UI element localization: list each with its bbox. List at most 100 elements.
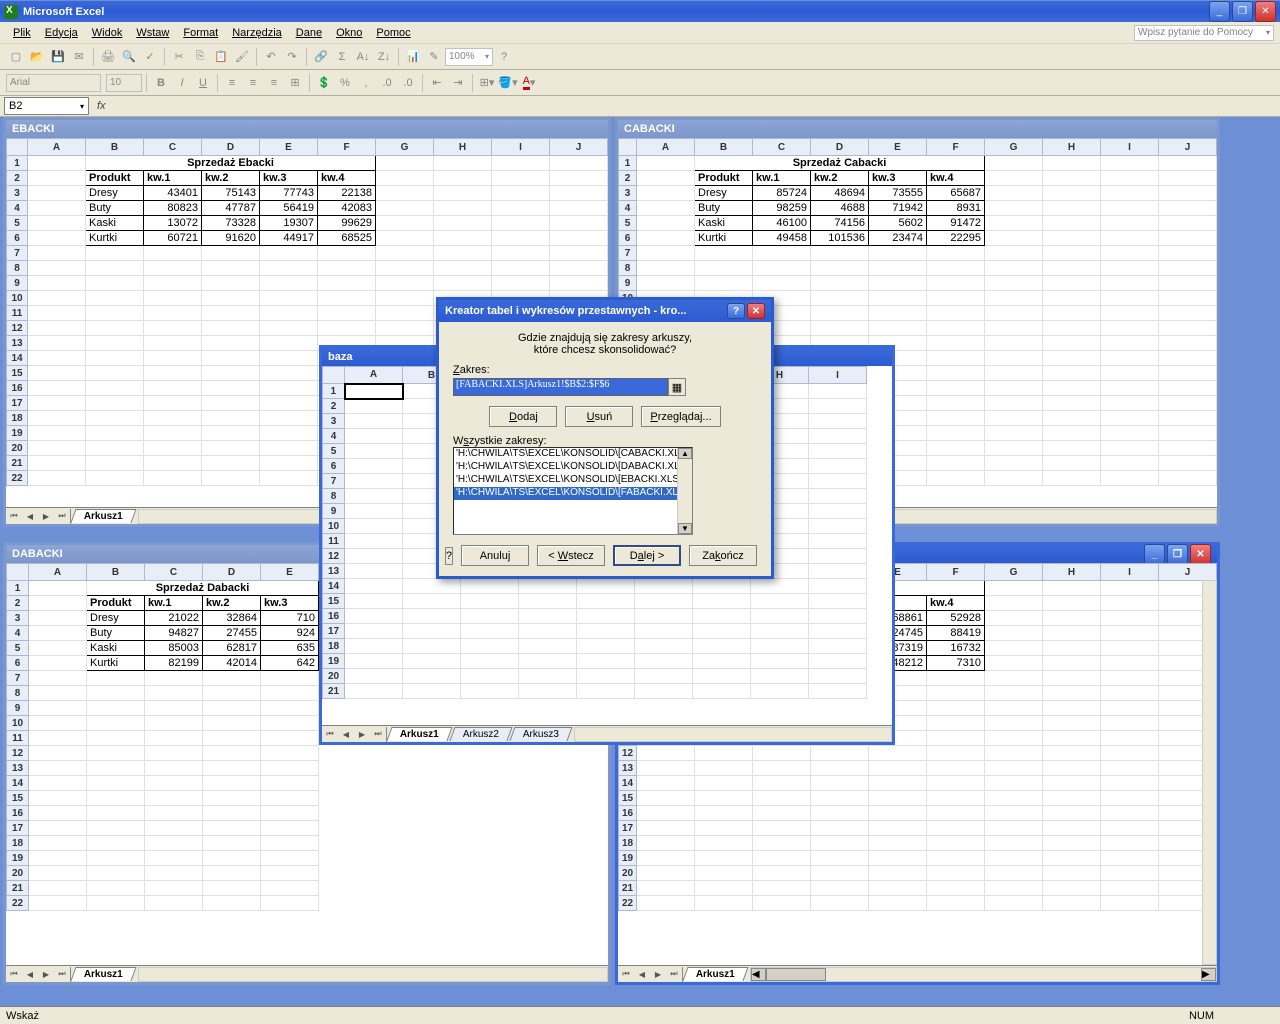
cell[interactable] xyxy=(695,791,753,806)
cell[interactable]: 52928 xyxy=(927,611,985,626)
cell[interactable]: Dresy xyxy=(695,186,753,201)
cell[interactable] xyxy=(1101,321,1159,336)
sheet-tab[interactable]: Arkusz1 xyxy=(386,727,452,741)
col-header[interactable]: I xyxy=(1101,139,1159,156)
cell[interactable] xyxy=(1159,411,1217,426)
cell[interactable] xyxy=(693,639,751,654)
cell[interactable]: 88419 xyxy=(927,626,985,641)
cell[interactable] xyxy=(637,201,695,216)
cell[interactable] xyxy=(637,231,695,246)
cell[interactable] xyxy=(985,471,1043,486)
cell[interactable] xyxy=(29,881,87,896)
cell[interactable]: Kaski xyxy=(695,216,753,231)
cell[interactable] xyxy=(1043,626,1101,641)
cell[interactable] xyxy=(811,881,869,896)
row-header[interactable]: 8 xyxy=(323,489,345,504)
row-header[interactable]: 7 xyxy=(323,474,345,489)
cell[interactable] xyxy=(203,896,261,911)
cell[interactable] xyxy=(1043,821,1101,836)
cell[interactable] xyxy=(869,306,927,321)
cell[interactable] xyxy=(985,291,1043,306)
cell[interactable]: 710 xyxy=(261,611,319,626)
cell[interactable] xyxy=(1043,686,1101,701)
close-button[interactable]: ✕ xyxy=(1255,1,1276,22)
cell[interactable]: 32864 xyxy=(203,611,261,626)
cell[interactable] xyxy=(927,851,985,866)
cell[interactable] xyxy=(145,836,203,851)
cell[interactable] xyxy=(86,291,144,306)
cell[interactable] xyxy=(1043,291,1101,306)
cell[interactable] xyxy=(811,866,869,881)
cell[interactable] xyxy=(144,306,202,321)
cell[interactable] xyxy=(695,851,753,866)
font-size-combo[interactable]: 10 xyxy=(106,74,142,92)
cell[interactable] xyxy=(260,396,318,411)
fx-icon[interactable]: fx xyxy=(97,100,106,112)
cell[interactable] xyxy=(577,684,635,699)
cell[interactable] xyxy=(261,866,319,881)
font-combo[interactable]: Arial xyxy=(6,74,101,92)
row-header[interactable]: 21 xyxy=(7,456,28,471)
cell[interactable] xyxy=(260,411,318,426)
inc-decimal-icon[interactable]: .0 xyxy=(377,73,397,93)
cell[interactable] xyxy=(28,201,86,216)
cell[interactable]: 80823 xyxy=(144,201,202,216)
cell[interactable] xyxy=(1101,366,1159,381)
cell[interactable] xyxy=(809,639,867,654)
cell[interactable] xyxy=(635,579,693,594)
cell[interactable]: Kurtki xyxy=(86,231,144,246)
cell[interactable] xyxy=(695,761,753,776)
cell[interactable] xyxy=(145,761,203,776)
cell[interactable] xyxy=(550,246,608,261)
cell[interactable] xyxy=(985,456,1043,471)
cell[interactable] xyxy=(403,669,461,684)
cell[interactable]: 47787 xyxy=(202,201,260,216)
cell[interactable]: 98259 xyxy=(753,201,811,216)
cell[interactable] xyxy=(1101,806,1159,821)
row-header[interactable]: 1 xyxy=(323,384,345,399)
cell[interactable] xyxy=(376,291,434,306)
cell[interactable]: 49458 xyxy=(753,231,811,246)
cell[interactable] xyxy=(403,579,461,594)
cell[interactable] xyxy=(927,776,985,791)
menu-format[interactable]: Format xyxy=(176,25,225,41)
cell[interactable] xyxy=(1043,641,1101,656)
cell[interactable] xyxy=(86,246,144,261)
range-item[interactable]: 'H:\CHWILA\TS\EXCEL\KONSOLID\[DABACKI.XL… xyxy=(454,461,692,474)
cell[interactable] xyxy=(985,306,1043,321)
cell[interactable] xyxy=(144,471,202,486)
cell[interactable] xyxy=(260,441,318,456)
cell[interactable] xyxy=(635,594,693,609)
cell[interactable] xyxy=(985,426,1043,441)
cell[interactable] xyxy=(1043,441,1101,456)
cell[interactable] xyxy=(1043,611,1101,626)
cell[interactable] xyxy=(985,761,1043,776)
cell[interactable] xyxy=(869,321,927,336)
col-header[interactable]: J xyxy=(550,139,608,156)
cell[interactable] xyxy=(87,761,145,776)
menu-widok[interactable]: Widok xyxy=(85,25,130,41)
cell[interactable] xyxy=(985,836,1043,851)
cell[interactable] xyxy=(202,291,260,306)
cell[interactable] xyxy=(86,351,144,366)
range-item[interactable]: 'H:\CHWILA\TS\EXCEL\KONSOLID\[FABACKI.XL… xyxy=(454,487,692,500)
cell[interactable] xyxy=(693,669,751,684)
cell[interactable] xyxy=(927,246,985,261)
cell[interactable] xyxy=(1101,656,1159,671)
cell[interactable] xyxy=(492,261,550,276)
cell[interactable] xyxy=(577,669,635,684)
cell[interactable] xyxy=(1101,881,1159,896)
cell[interactable] xyxy=(434,156,492,171)
cell[interactable] xyxy=(144,246,202,261)
cell[interactable] xyxy=(1101,581,1159,596)
cell[interactable] xyxy=(869,821,927,836)
cell[interactable] xyxy=(1101,776,1159,791)
cell[interactable] xyxy=(86,321,144,336)
cell[interactable] xyxy=(87,791,145,806)
cell[interactable]: 82199 xyxy=(145,656,203,671)
cell[interactable] xyxy=(1043,581,1101,596)
col-header[interactable]: F xyxy=(927,564,985,581)
cell[interactable] xyxy=(145,881,203,896)
cell[interactable] xyxy=(695,276,753,291)
cell[interactable] xyxy=(1043,746,1101,761)
